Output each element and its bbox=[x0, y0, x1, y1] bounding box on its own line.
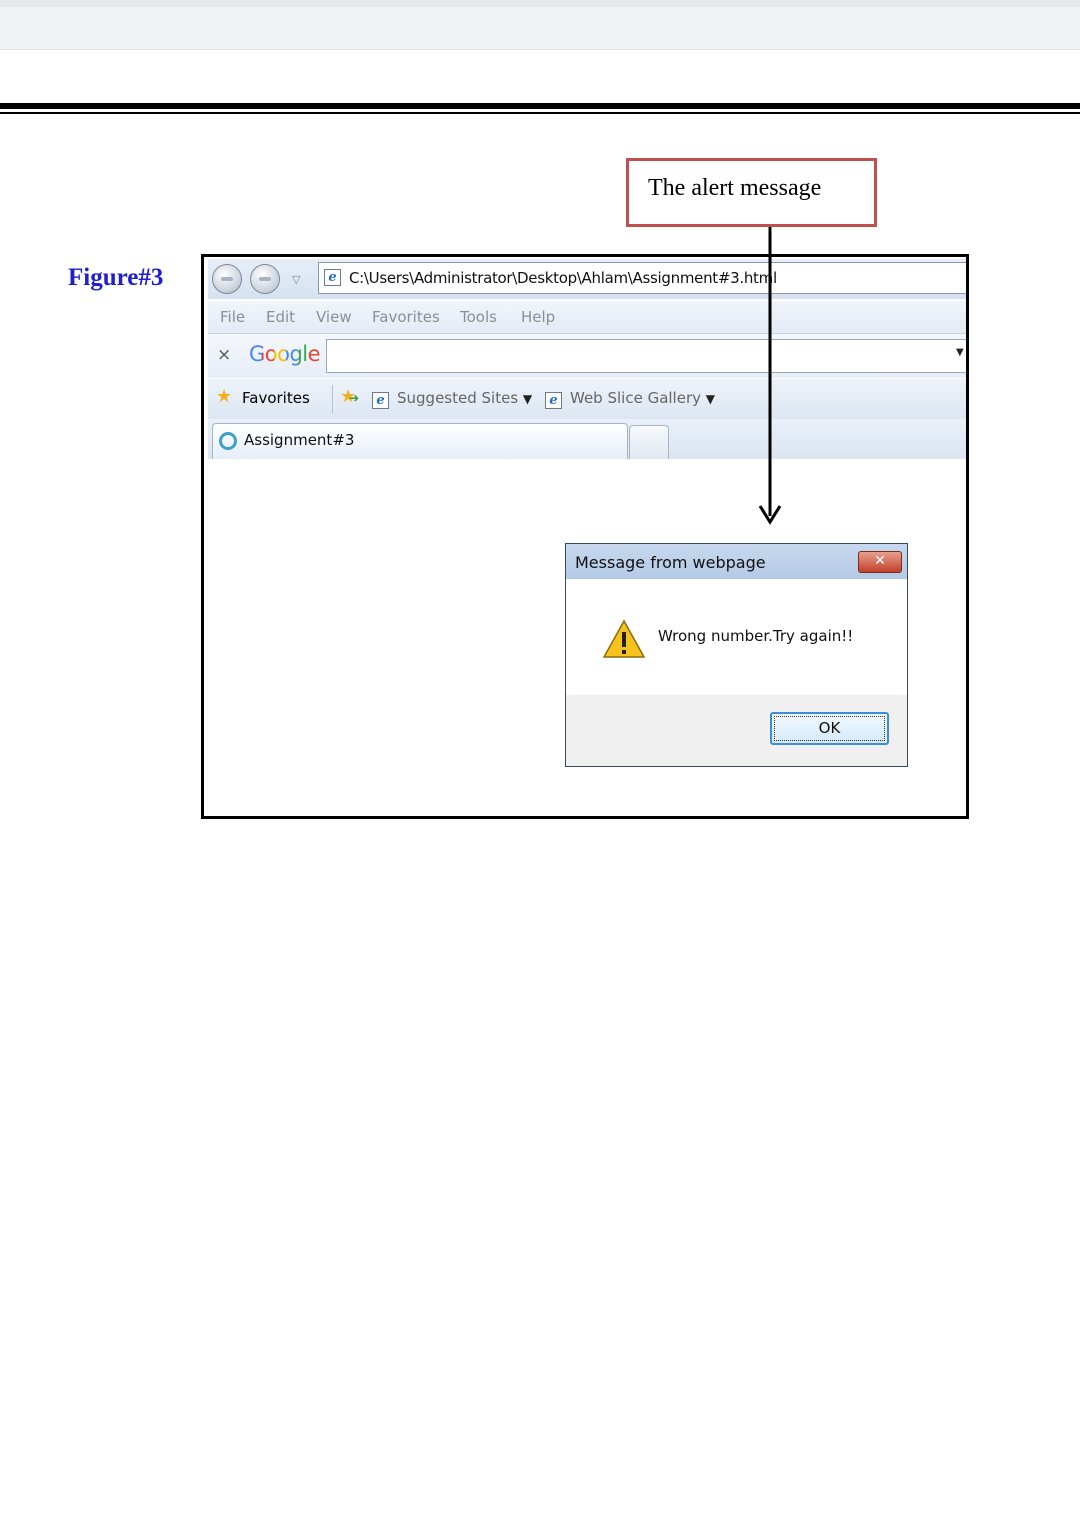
close-icon[interactable]: ✕ bbox=[858, 551, 902, 573]
dialog-footer: OK bbox=[566, 695, 907, 766]
suggested-sites-label: Suggested Sites bbox=[397, 389, 519, 407]
favorites-button[interactable]: Favorites bbox=[242, 389, 310, 407]
header-rule-thin bbox=[0, 112, 1080, 114]
menu-file[interactable]: File bbox=[220, 308, 245, 326]
loading-icon bbox=[219, 432, 237, 450]
web-slice-dropdown-icon: ▼ bbox=[705, 392, 716, 406]
recent-pages-dropdown-icon[interactable]: ▽ bbox=[292, 273, 300, 286]
menu-favorites[interactable]: Favorites bbox=[372, 308, 440, 326]
star-icon: ★ bbox=[216, 386, 233, 407]
close-toolbar-icon[interactable]: × bbox=[217, 345, 231, 365]
web-slice-gallery-label: Web Slice Gallery bbox=[570, 389, 701, 407]
tab-strip: Assignment#3 bbox=[208, 419, 966, 459]
address-field[interactable]: e C:\Users\Administrator\Desktop\Ahlam\A… bbox=[318, 262, 966, 294]
toolbar-separator bbox=[332, 385, 333, 413]
menu-help[interactable]: Help bbox=[521, 308, 555, 326]
menu-bar: File Edit View Favorites Tools Help bbox=[208, 301, 966, 334]
callout-text: The alert message bbox=[648, 175, 822, 201]
add-favorite-icon[interactable]: ★➜ bbox=[340, 386, 359, 407]
back-icon[interactable] bbox=[212, 264, 242, 294]
viewer-top-bar bbox=[0, 0, 1080, 50]
suggested-sites-ie-icon: e bbox=[372, 390, 389, 409]
header-rule-thick bbox=[0, 103, 1080, 109]
callout-box: The alert message bbox=[626, 158, 877, 227]
ok-button[interactable]: OK bbox=[770, 712, 889, 745]
menu-view[interactable]: View bbox=[316, 308, 352, 326]
search-dropdown-icon[interactable]: ▼ bbox=[956, 347, 964, 358]
suggested-sites-link[interactable]: Suggested Sites ▼ bbox=[397, 389, 532, 407]
figure-label: Figure#3 bbox=[68, 264, 164, 291]
web-slice-gallery-link[interactable]: Web Slice Gallery ▼ bbox=[570, 389, 715, 407]
dialog-title: Message from webpage bbox=[575, 553, 766, 572]
web-slice-ie-icon: e bbox=[545, 390, 562, 409]
address-text: C:\Users\Administrator\Desktop\Ahlam\Ass… bbox=[349, 269, 777, 287]
google-search-input[interactable] bbox=[326, 339, 966, 373]
menu-tools[interactable]: Tools bbox=[460, 308, 497, 326]
ie-page-icon: e bbox=[324, 269, 341, 286]
google-logo-text: Google bbox=[249, 342, 321, 366]
dialog-message: Wrong number.Try again!! bbox=[658, 627, 854, 645]
forward-icon[interactable] bbox=[250, 264, 280, 294]
favorites-bar: ★ Favorites ★➜ e Suggested Sites ▼ e Web… bbox=[208, 379, 966, 419]
dialog-body: Wrong number.Try again!! bbox=[566, 579, 907, 695]
menu-edit[interactable]: Edit bbox=[266, 308, 295, 326]
tab-assignment[interactable]: Assignment#3 bbox=[212, 423, 628, 459]
google-logo: Google bbox=[249, 342, 321, 366]
new-tab-button[interactable] bbox=[629, 425, 669, 459]
warning-icon bbox=[602, 619, 646, 658]
dialog-title-bar: Message from webpage ✕ bbox=[566, 544, 907, 579]
suggested-sites-dropdown-icon: ▼ bbox=[522, 392, 533, 406]
google-toolbar: × Google ▼ bbox=[208, 334, 966, 378]
address-bar-row: ▽ e C:\Users\Administrator\Desktop\Ahlam… bbox=[208, 259, 966, 299]
tab-label: Assignment#3 bbox=[244, 431, 355, 449]
alert-dialog: Message from webpage ✕ Wrong number.Try … bbox=[565, 543, 908, 767]
